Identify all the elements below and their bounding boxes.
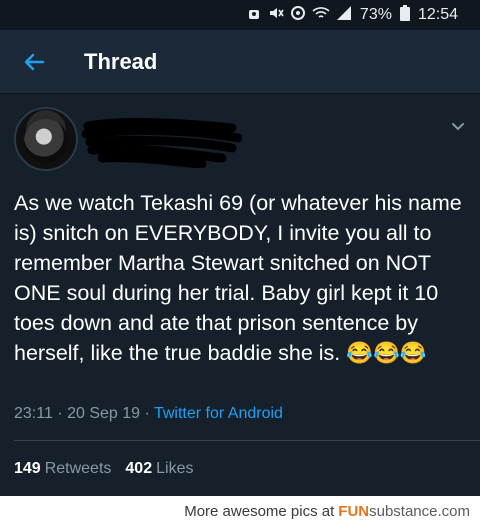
retweets-stat[interactable]: 149 Retweets: [14, 460, 111, 478]
avatar-photo: [24, 119, 68, 163]
battery-icon: [399, 4, 410, 26]
settings-icon: [290, 5, 306, 26]
tweet-time: 23:11: [14, 405, 53, 422]
tweet-source-link[interactable]: Twitter for Android: [154, 405, 283, 422]
tweet: As we watch Tekashi 69 (or whatever his …: [0, 94, 480, 496]
page-title: Thread: [84, 48, 158, 74]
alarm-icon: [246, 5, 262, 26]
tweet-text: As we watch Tekashi 69 (or whatever his …: [14, 191, 462, 365]
footer-brand: FUNsubstance.com: [338, 503, 470, 520]
signal-icon: [336, 5, 352, 26]
footer-prefix: More awesome pics at: [184, 502, 335, 520]
app-bar: Thread: [0, 30, 480, 94]
avatar[interactable]: [14, 107, 78, 171]
likes-label: Likes: [156, 460, 194, 477]
mute-icon: [268, 5, 284, 26]
wifi-icon: [312, 5, 330, 26]
back-button[interactable]: [16, 44, 52, 80]
likes-count: 402: [125, 460, 153, 477]
tweet-meta: 23:11 · 20 Sep 19 · Twitter for Android: [14, 405, 283, 423]
status-bar: 73% 12:54: [0, 0, 480, 30]
retweets-label: Retweets: [44, 460, 112, 477]
retweets-count: 149: [14, 460, 41, 477]
meta-separator: ·: [57, 405, 68, 422]
meta-separator: ·: [144, 405, 154, 422]
status-icons: [246, 5, 352, 26]
clock: 12:54: [417, 6, 458, 23]
divider: [14, 440, 480, 441]
tweet-date: 20 Sep 19: [67, 405, 141, 422]
brand-substance: substance.com: [369, 502, 470, 520]
engagement-counts: 149 Retweets 402 Likes: [14, 460, 193, 478]
redacted-username: [82, 117, 242, 168]
watermark-footer: More awesome pics at FUNsubstance.com: [0, 496, 480, 526]
likes-stat[interactable]: 402 Likes: [125, 460, 193, 478]
arrow-left-icon: [24, 53, 45, 70]
brand-fun: FUN: [338, 502, 370, 520]
chevron-down-icon[interactable]: [450, 118, 466, 134]
battery-percent: 73%: [359, 6, 392, 23]
